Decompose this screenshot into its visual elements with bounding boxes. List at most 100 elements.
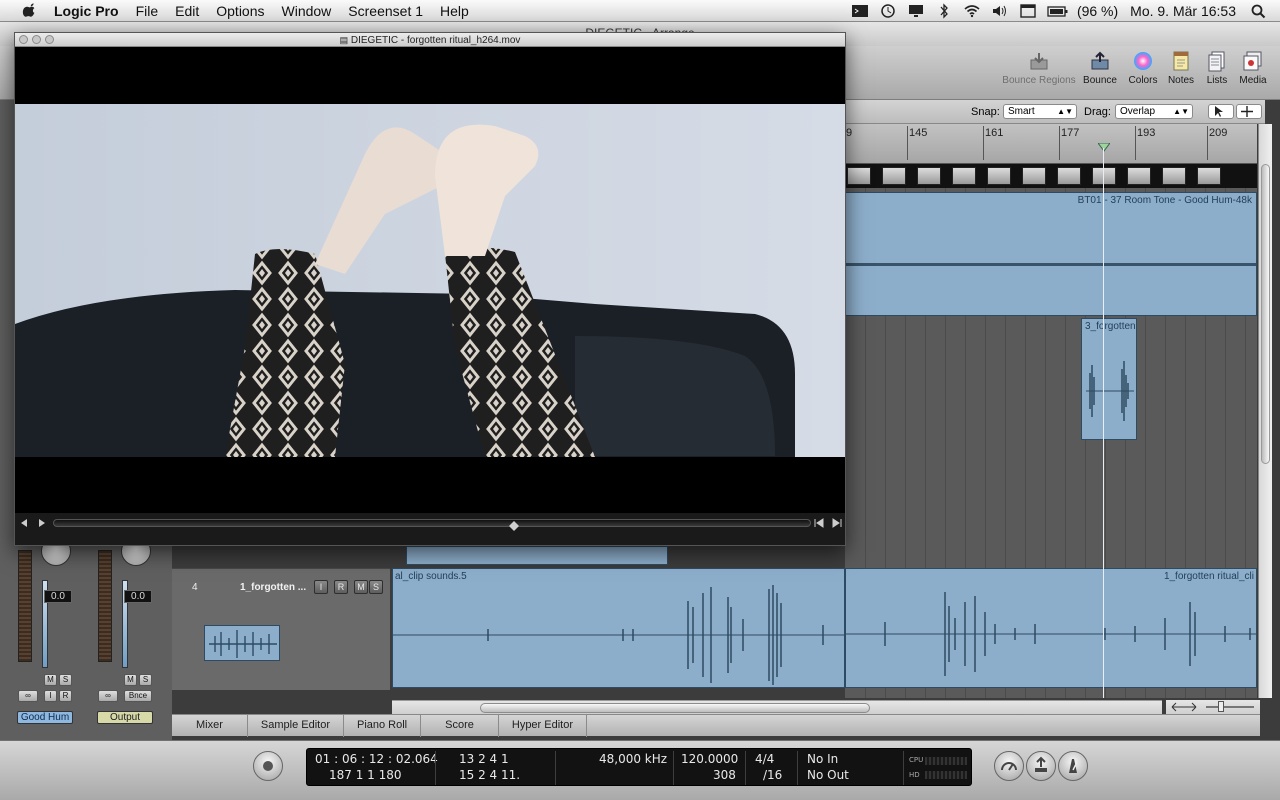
mute-button[interactable]: M bbox=[354, 580, 368, 594]
scrubber-playhead[interactable] bbox=[509, 518, 520, 531]
movie-frame-thumbnail bbox=[1162, 167, 1186, 185]
horizontal-scrollbar[interactable] bbox=[392, 700, 1162, 714]
record-enable-button[interactable]: R bbox=[334, 580, 348, 594]
clock[interactable]: Mo. 9. Mär 16:53 bbox=[1130, 3, 1236, 19]
metronome-button[interactable] bbox=[1058, 751, 1088, 781]
tab-piano-roll[interactable]: Piano Roll bbox=[344, 715, 422, 737]
track-header-4[interactable]: 4 1_forgotten ... I R M S bbox=[172, 568, 390, 690]
time-machine-icon[interactable] bbox=[879, 3, 897, 19]
pointer-arrow-icon bbox=[1215, 106, 1223, 117]
movie-scrubber[interactable] bbox=[53, 518, 811, 531]
region-name: 3_forgotten bbox=[1085, 321, 1136, 332]
lcd-separator bbox=[673, 751, 674, 785]
solo-button[interactable]: S bbox=[139, 674, 152, 686]
channel-name-output[interactable]: Output bbox=[97, 711, 153, 724]
zoom-slider[interactable] bbox=[1206, 706, 1254, 708]
next-frame-icon[interactable] bbox=[831, 518, 843, 528]
menu-edit[interactable]: Edit bbox=[175, 3, 199, 19]
calendar-icon[interactable] bbox=[1019, 3, 1037, 19]
channel-strip-good-hum: 0.0 M S ∞ I R Good Hum bbox=[14, 536, 74, 730]
time-signature: 4/4 bbox=[755, 752, 775, 766]
spotlight-search-icon[interactable] bbox=[1250, 3, 1268, 19]
menu-help[interactable]: Help bbox=[440, 3, 469, 19]
input-monitor-button[interactable]: I bbox=[44, 690, 57, 702]
editor-tab-bar: Mixer Sample Editor Piano Roll Score Hyp… bbox=[172, 714, 1260, 737]
cpu-meter bbox=[925, 757, 967, 765]
sample-rate: 48,000 kHz bbox=[599, 752, 668, 766]
tab-sample-editor[interactable]: Sample Editor bbox=[248, 715, 344, 737]
minimize-button[interactable] bbox=[32, 35, 41, 44]
track-number: 4 bbox=[192, 582, 198, 593]
drag-select[interactable]: Overlap ▲▼ bbox=[1115, 104, 1193, 119]
apple-logo-icon[interactable] bbox=[20, 2, 40, 19]
zoom-button[interactable] bbox=[45, 35, 54, 44]
battery-icon[interactable] bbox=[1047, 3, 1069, 19]
audio-region-room-tone[interactable]: BT01 - 37 Room Tone - Good Hum-48k bbox=[845, 192, 1257, 316]
audio-region-partial[interactable] bbox=[406, 546, 668, 565]
tab-score[interactable]: Score bbox=[421, 715, 499, 737]
tab-hyper-editor[interactable]: Hyper Editor bbox=[499, 715, 588, 737]
play-icon[interactable] bbox=[37, 518, 47, 528]
media-icon bbox=[1243, 51, 1262, 71]
bar-ruler[interactable]: 9 145 161 177 193 209 bbox=[845, 124, 1257, 164]
waveform bbox=[393, 585, 844, 685]
movie-window[interactable]: ▤ DIEGETIC - forgotten ritual_h264.mov bbox=[14, 32, 846, 546]
mute-button[interactable]: M bbox=[124, 674, 137, 686]
close-button[interactable] bbox=[19, 35, 28, 44]
bounce-label: Bounce bbox=[1083, 75, 1117, 86]
volume-icon[interactable] bbox=[991, 3, 1009, 19]
track-name[interactable]: 1_forgotten ... bbox=[240, 582, 306, 593]
drag-value: Overlap bbox=[1120, 106, 1156, 117]
tuner-button[interactable] bbox=[994, 751, 1024, 781]
menu-app-logic-pro[interactable]: Logic Pro bbox=[54, 3, 119, 19]
transport-lcd-display[interactable]: 01 : 06 : 12 : 02.064 187 1 1 180 13 2 4… bbox=[306, 748, 972, 786]
pointer-tool-button[interactable] bbox=[1208, 104, 1234, 119]
bar-number: 9 bbox=[846, 127, 853, 139]
movie-window-titlebar[interactable]: ▤ DIEGETIC - forgotten ritual_h264.mov bbox=[15, 33, 845, 47]
bar-number: 177 bbox=[1061, 127, 1080, 139]
scrollbar-thumb[interactable] bbox=[1261, 164, 1270, 464]
bounce-regions-button[interactable]: Bounce Regions bbox=[1002, 50, 1076, 96]
link-icon[interactable]: ∞ bbox=[98, 690, 118, 702]
tab-mixer[interactable]: Mixer bbox=[172, 715, 248, 737]
channel-name-good-hum[interactable]: Good Hum bbox=[17, 711, 73, 724]
audio-region-clip-sounds[interactable]: al_clip sounds.5 bbox=[392, 568, 845, 688]
wifi-icon[interactable] bbox=[963, 3, 981, 19]
previous-frame-icon[interactable] bbox=[813, 518, 825, 528]
link-icon[interactable]: ∞ bbox=[18, 690, 38, 702]
scrollbar-thumb[interactable] bbox=[480, 703, 870, 713]
volume-value[interactable]: 0.0 bbox=[124, 590, 152, 603]
step-back-icon[interactable] bbox=[19, 518, 29, 528]
bluetooth-icon[interactable] bbox=[935, 3, 953, 19]
menu-options[interactable]: Options bbox=[216, 3, 264, 19]
input-monitor-button[interactable]: I bbox=[314, 580, 328, 594]
solo-button[interactable]: S bbox=[59, 674, 72, 686]
terminal-icon[interactable] bbox=[851, 3, 869, 19]
record-enable-button[interactable]: R bbox=[59, 690, 72, 702]
menu-file[interactable]: File bbox=[136, 3, 159, 19]
record-button[interactable] bbox=[253, 751, 283, 781]
mute-button[interactable]: M bbox=[44, 674, 57, 686]
audio-region-3-forgotten[interactable]: 3_forgotten bbox=[1081, 318, 1137, 440]
region-name: al_clip sounds.5 bbox=[395, 571, 467, 582]
bounce-mini-button[interactable]: Bnce bbox=[124, 690, 152, 702]
right-locator: 15 2 4 11. bbox=[459, 768, 521, 782]
crosshair-tool-button[interactable] bbox=[1236, 104, 1262, 119]
snap-select[interactable]: Smart ▲▼ bbox=[1003, 104, 1077, 119]
playhead-marker-icon[interactable] bbox=[1098, 143, 1110, 153]
vertical-scrollbar[interactable] bbox=[1258, 124, 1272, 698]
tempo: 120.0000 bbox=[681, 752, 739, 766]
menu-screenset[interactable]: Screenset 1 bbox=[348, 3, 423, 19]
ruler-tick bbox=[1135, 126, 1136, 160]
menu-window[interactable]: Window bbox=[282, 3, 332, 19]
volume-value[interactable]: 0.0 bbox=[44, 590, 72, 603]
movie-frame-thumbnail bbox=[1092, 167, 1116, 185]
media-button[interactable]: Media bbox=[1225, 50, 1280, 96]
solo-button[interactable]: S bbox=[369, 580, 383, 594]
midi-in: No In bbox=[807, 752, 839, 766]
zoom-slider-thumb[interactable] bbox=[1218, 701, 1224, 712]
zoom-fit-icon[interactable] bbox=[1170, 701, 1198, 713]
display-icon[interactable] bbox=[907, 3, 925, 19]
level-meter bbox=[98, 550, 112, 662]
bounce-transport-button[interactable] bbox=[1026, 751, 1056, 781]
